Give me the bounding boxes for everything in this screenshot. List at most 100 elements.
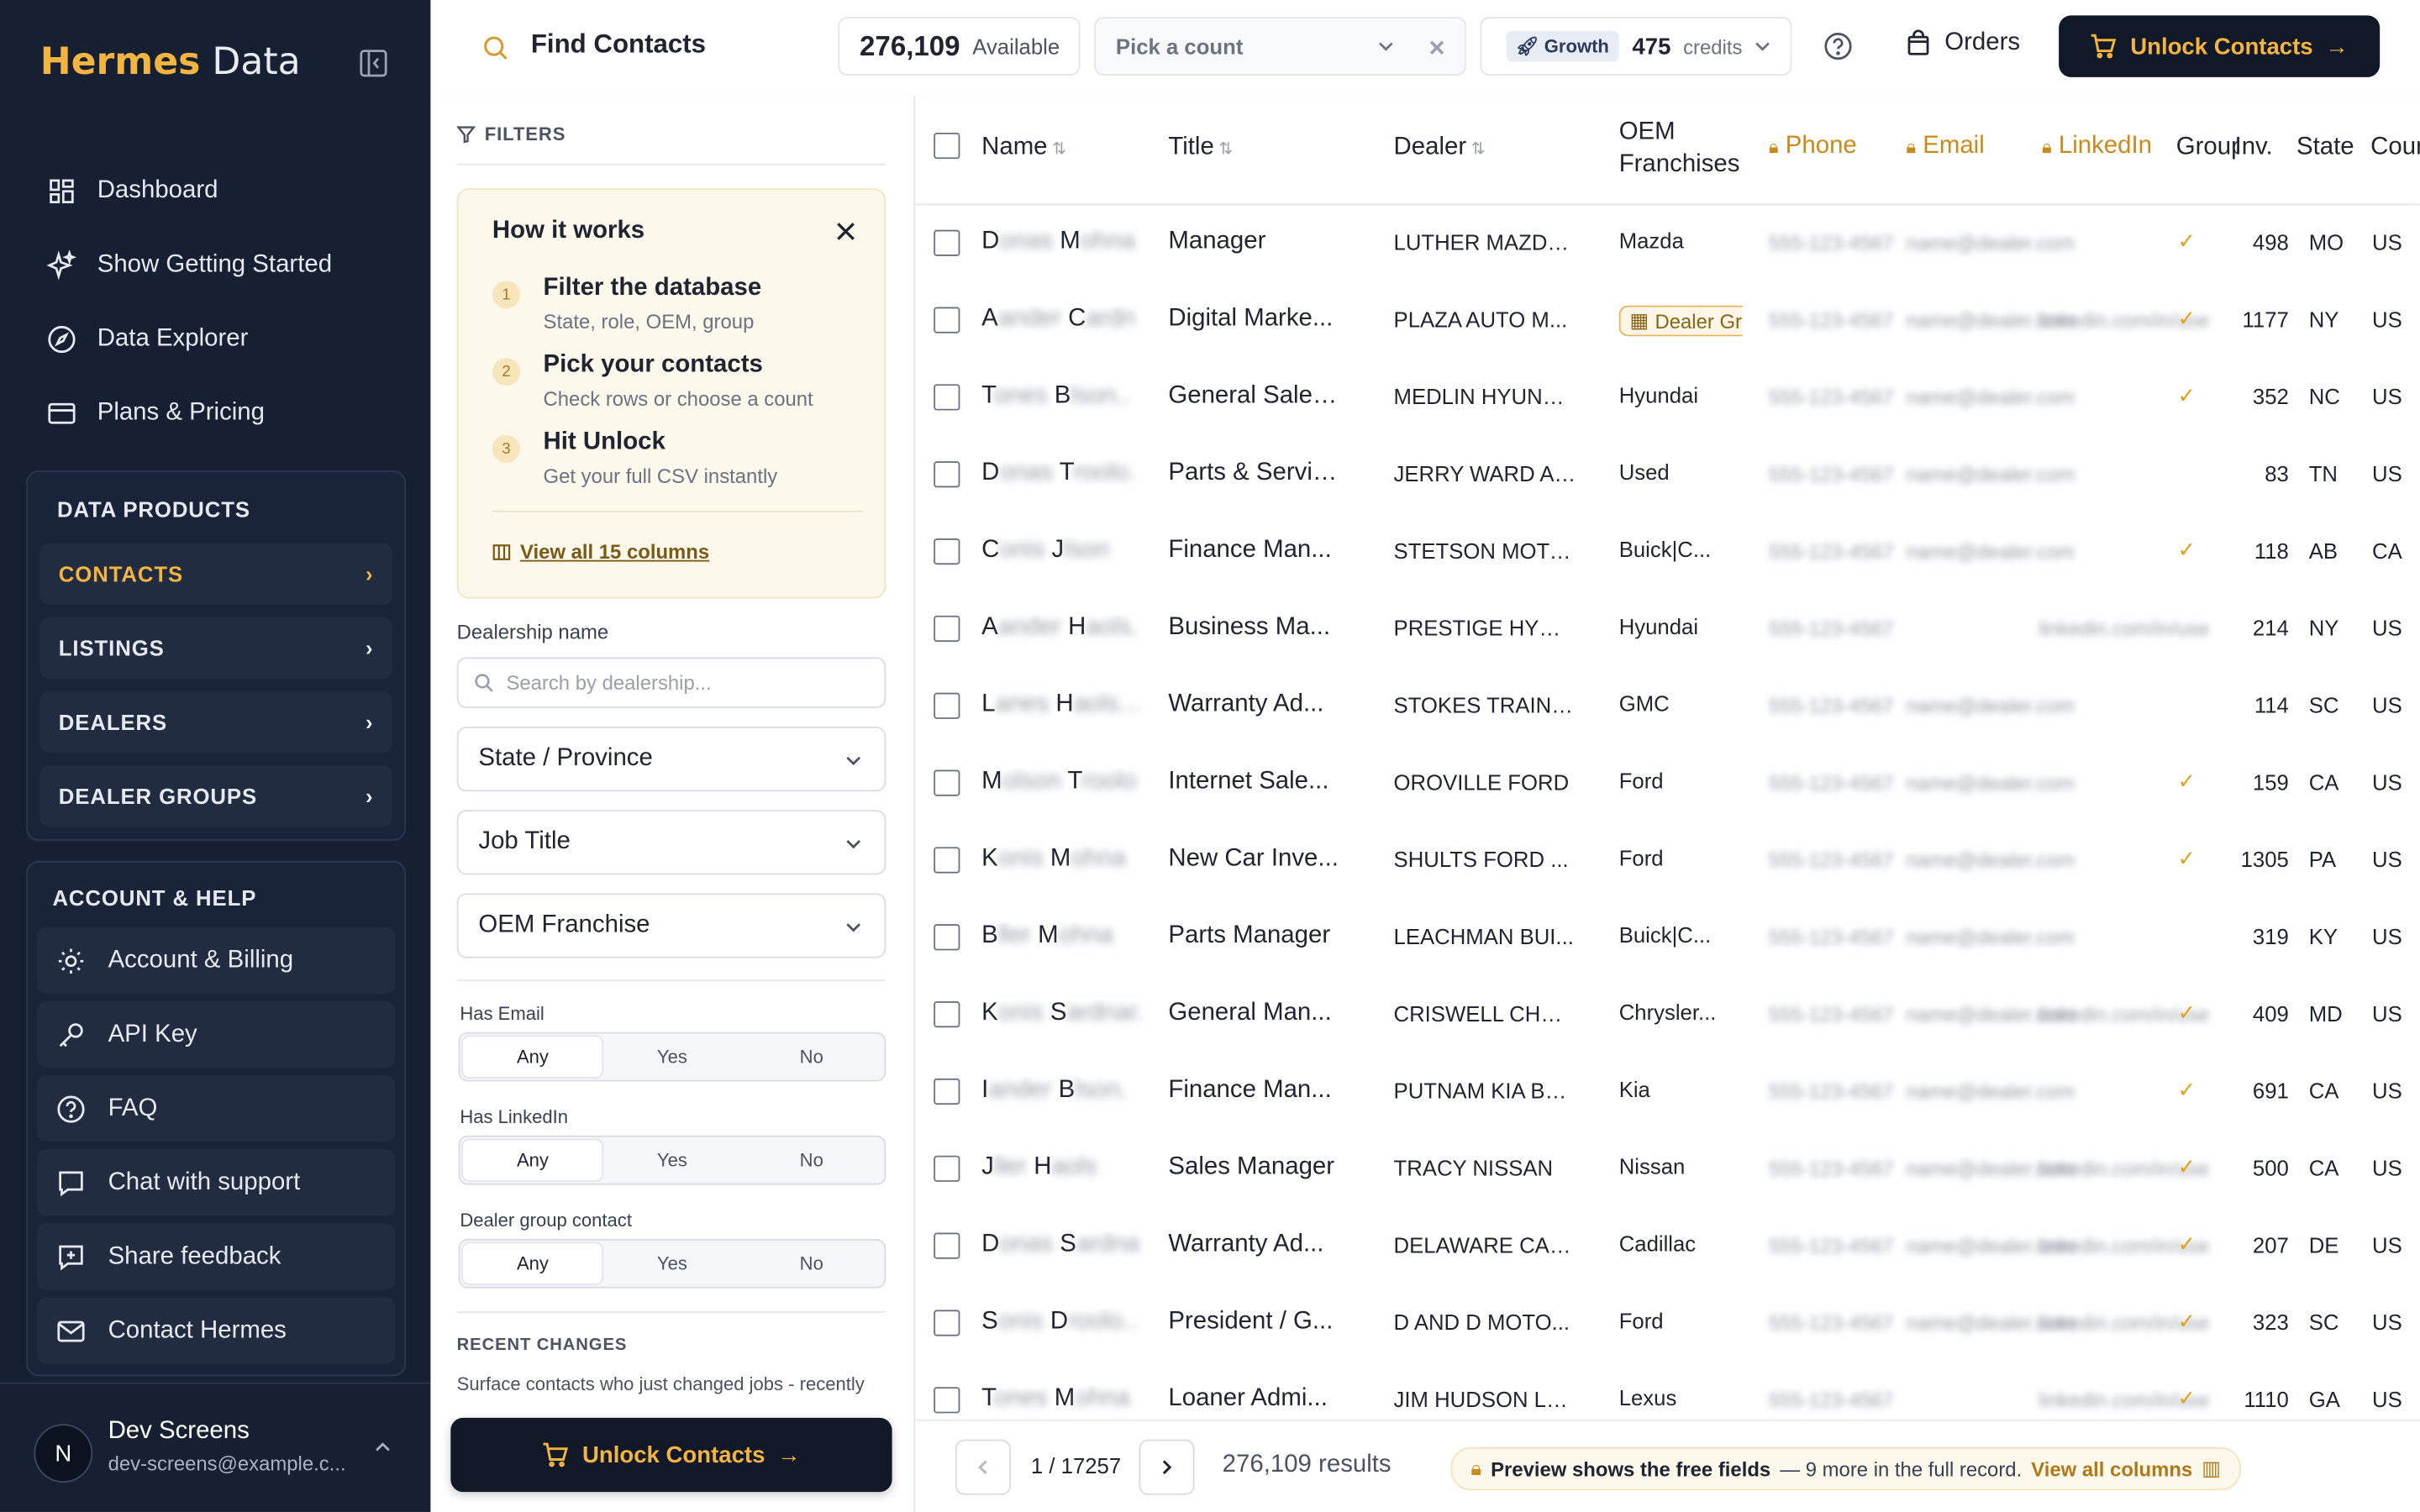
select-all-checkbox[interactable] bbox=[934, 132, 960, 160]
col-dealer[interactable]: Dealer bbox=[1394, 134, 1486, 162]
row-checkbox[interactable] bbox=[934, 229, 960, 256]
api-key-link[interactable]: API Key bbox=[37, 1001, 396, 1068]
nav-dashboard[interactable]: Dashboard bbox=[0, 155, 430, 228]
state-province-select[interactable]: State / Province bbox=[456, 727, 886, 792]
row-checkbox[interactable] bbox=[934, 1155, 960, 1182]
table-row[interactable]: Donas Sardna Warranty Ad... DELAWARE CAD..… bbox=[915, 1206, 2420, 1284]
table-row[interactable]: Konis Mohna New Car Inve... SHULTS FORD ..… bbox=[915, 821, 2420, 898]
brand-logo[interactable]: Hermes Data bbox=[40, 40, 301, 83]
col-linkedin[interactable]: 🔒︎ LinkedIn bbox=[2042, 133, 2152, 160]
prev-page-button[interactable] bbox=[955, 1439, 1012, 1495]
col-state[interactable]: State bbox=[2296, 134, 2354, 162]
nav-plans-pricing[interactable]: Plans & Pricing bbox=[0, 376, 430, 450]
dealership-search-input[interactable]: Search by dealership... bbox=[456, 657, 886, 709]
option-any[interactable]: Any bbox=[463, 1037, 602, 1078]
orders-button[interactable]: Orders bbox=[1904, 29, 2020, 57]
table-row[interactable]: Aander Cardn Digital Marke... PLAZA AUTO M… bbox=[915, 281, 2420, 358]
unlock-contacts-button[interactable]: Unlock Contacts → bbox=[2059, 15, 2381, 77]
table-row[interactable]: Tones Mohna Loaner Admi... JIM HUDSON LE..… bbox=[915, 1361, 2420, 1420]
table-row[interactable]: Donas Mohna Manager LUTHER MAZDA... Mazda 55… bbox=[915, 203, 2420, 281]
help-icon[interactable] bbox=[1823, 31, 1854, 62]
option-no[interactable]: No bbox=[742, 1140, 881, 1180]
chat-support-link[interactable]: Chat with support bbox=[37, 1149, 396, 1216]
cell-dealer: PRESTIGE HYUN... bbox=[1393, 615, 1576, 641]
close-icon[interactable] bbox=[835, 221, 857, 243]
next-page-button[interactable] bbox=[1139, 1439, 1195, 1495]
last-initial: M bbox=[1050, 845, 1071, 872]
nav-data-explorer[interactable]: Data Explorer bbox=[0, 302, 430, 376]
row-checkbox[interactable] bbox=[934, 769, 960, 796]
option-any[interactable]: Any bbox=[463, 1243, 602, 1284]
first-initial: S bbox=[981, 1308, 998, 1335]
row-checkbox[interactable] bbox=[934, 538, 960, 565]
option-no[interactable]: No bbox=[742, 1037, 881, 1077]
unlock-label: Unlock Contacts bbox=[582, 1441, 765, 1468]
account-billing-link[interactable]: Account & Billing bbox=[37, 927, 396, 994]
last-initial: H bbox=[1034, 1153, 1052, 1181]
product-dealer-groups[interactable]: DEALER GROUPS › bbox=[39, 765, 392, 827]
col-inv[interactable]: Inv. bbox=[2235, 134, 2273, 162]
table-row[interactable]: Jller Haols Sales Manager TRACY NISSAN Niss… bbox=[915, 1129, 2420, 1206]
cell-phone-blurred: 555-123-4567 bbox=[1768, 386, 1894, 409]
table-row[interactable]: Tones Blson.. General Sales... MEDLIN HYUN… bbox=[915, 358, 2420, 435]
col-phone[interactable]: 🔒︎ Phone bbox=[1769, 133, 1857, 160]
cell-inv: 1177 bbox=[2242, 307, 2289, 332]
table-row[interactable]: Bller Mohna Parts Manager LEACHMAN BUI... B… bbox=[915, 898, 2420, 975]
product-dealers[interactable]: DEALERS › bbox=[39, 690, 392, 753]
row-checkbox[interactable] bbox=[934, 615, 960, 643]
clear-icon[interactable]: ✕ bbox=[1428, 35, 1446, 61]
pick-count-select[interactable]: Pick a count ✕ bbox=[1094, 17, 1466, 76]
row-checkbox[interactable] bbox=[934, 847, 960, 874]
check-icon: ✓ bbox=[2177, 768, 2196, 794]
contact-hermes-link[interactable]: Contact Hermes bbox=[37, 1297, 396, 1364]
view-all-columns-link[interactable]: View all 15 columns bbox=[492, 540, 709, 563]
row-checkbox[interactable] bbox=[934, 692, 960, 719]
col-country[interactable]: Country bbox=[2370, 134, 2420, 162]
credits-dropdown[interactable]: 🚀︎ Growth 475 credits bbox=[1480, 17, 1792, 76]
row-checkbox[interactable] bbox=[934, 461, 960, 488]
table-row[interactable]: Iander Blson. Finance Man... PUTNAM KIA BU… bbox=[915, 1053, 2420, 1130]
row-checkbox[interactable] bbox=[934, 1310, 960, 1336]
faq-link[interactable]: FAQ bbox=[37, 1075, 396, 1142]
col-group[interactable]: Group bbox=[2176, 134, 2238, 162]
view-all-columns-link[interactable]: View all columns bbox=[2031, 1457, 2192, 1481]
table-row[interactable]: Molson Troolo Internet Sale... OROVILLE FO… bbox=[915, 743, 2420, 821]
oem-text: Buick|C... bbox=[1618, 537, 1712, 562]
option-yes[interactable]: Yes bbox=[602, 1140, 742, 1180]
row-checkbox[interactable] bbox=[934, 1387, 960, 1414]
oem-franchise-select[interactable]: OEM Franchise bbox=[456, 893, 886, 958]
row-checkbox[interactable] bbox=[934, 1001, 960, 1028]
avatar[interactable]: N bbox=[34, 1424, 93, 1483]
col-title[interactable]: Title bbox=[1168, 134, 1233, 162]
arrow-right-icon: → bbox=[2325, 33, 2349, 60]
table-row[interactable]: Lanes Haols... Warranty Ad... STOKES TRAIN… bbox=[915, 666, 2420, 743]
row-checkbox[interactable] bbox=[934, 307, 960, 333]
cell-country: US bbox=[2372, 1310, 2402, 1335]
row-checkbox[interactable] bbox=[934, 1078, 960, 1105]
col-email[interactable]: 🔒︎ Email bbox=[1906, 133, 1984, 160]
row-checkbox[interactable] bbox=[934, 384, 960, 411]
chevron-up-icon[interactable] bbox=[373, 1438, 392, 1457]
row-checkbox[interactable] bbox=[934, 924, 960, 951]
table-row[interactable]: Aander Haols. Business Ma... PRESTIGE HYUN… bbox=[915, 590, 2420, 667]
product-contacts[interactable]: CONTACTS › bbox=[39, 543, 392, 605]
job-title-select[interactable]: Job Title bbox=[456, 810, 886, 875]
table-row[interactable]: Conis Jlson Finance Man... STETSON MOTO...… bbox=[915, 512, 2420, 590]
row-checkbox[interactable] bbox=[934, 1232, 960, 1259]
option-any[interactable]: Any bbox=[463, 1140, 602, 1181]
table-row[interactable]: Sonis Droolo.. President / G... D AND D MO… bbox=[915, 1284, 2420, 1361]
unlock-contacts-button-bottom[interactable]: Unlock Contacts → bbox=[450, 1417, 892, 1493]
option-yes[interactable]: Yes bbox=[602, 1243, 742, 1284]
nav-show-getting-started[interactable]: Show Getting Started bbox=[0, 228, 430, 302]
share-feedback-link[interactable]: Share feedback bbox=[37, 1223, 396, 1290]
col-oem[interactable]: OEM Franchises bbox=[1619, 116, 1743, 181]
product-listings[interactable]: LISTINGS › bbox=[39, 617, 392, 680]
table-row[interactable]: Donas Troolo. Parts & Servic... JERRY WARD… bbox=[915, 435, 2420, 512]
option-yes[interactable]: Yes bbox=[602, 1037, 742, 1077]
last-rest-blurred: aols... bbox=[1073, 690, 1140, 718]
option-no[interactable]: No bbox=[742, 1243, 881, 1284]
table-row[interactable]: Konis Sardnar. General Man... CRISWELL CHR… bbox=[915, 975, 2420, 1053]
col-name[interactable]: Name bbox=[981, 134, 1066, 162]
cell-phone-blurred: 555-123-4567 bbox=[1768, 1002, 1894, 1026]
sidebar-collapse-icon[interactable] bbox=[358, 48, 389, 79]
